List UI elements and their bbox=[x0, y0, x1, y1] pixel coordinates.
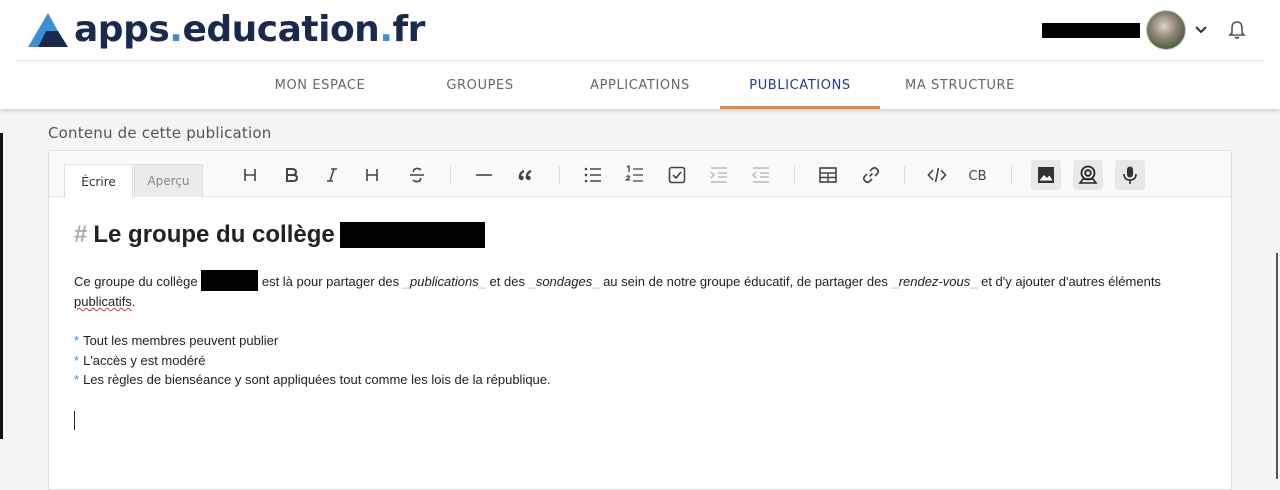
left-edge-bar bbox=[0, 133, 3, 439]
toolbar-separator bbox=[450, 166, 451, 184]
microphone-icon[interactable] bbox=[1115, 160, 1145, 190]
heading-small-icon[interactable] bbox=[357, 160, 387, 190]
tab-applications[interactable]: APPLICATIONS bbox=[560, 61, 720, 109]
logo[interactable]: apps.education.fr bbox=[26, 10, 425, 50]
chevron-down-icon[interactable] bbox=[1186, 10, 1216, 50]
image-icon[interactable] bbox=[1031, 160, 1061, 190]
text-cursor bbox=[74, 410, 75, 430]
tab-ma-structure[interactable]: MA STRUCTURE bbox=[880, 61, 1040, 109]
tab-preview[interactable]: Aperçu bbox=[134, 164, 203, 197]
tab-groupes[interactable]: GROUPES bbox=[400, 61, 560, 109]
main-nav: MON ESPACE GROUPES APPLICATIONS PUBLICAT… bbox=[240, 61, 1040, 109]
heading-text: Le groupe du collège bbox=[93, 221, 335, 248]
strikethrough-icon[interactable] bbox=[402, 160, 432, 190]
table-icon[interactable] bbox=[813, 160, 843, 190]
heading-marker: # bbox=[74, 221, 88, 248]
list-item: * Les règles de bienséance y sont appliqu… bbox=[74, 372, 551, 387]
bold-icon[interactable] bbox=[276, 160, 306, 190]
bullet-list: * Tout les membres peuvent publier * L'acc… bbox=[74, 331, 1201, 390]
app-header: apps.education.fr MON ESPACE GROUPES APP… bbox=[0, 0, 1280, 109]
link-icon[interactable] bbox=[856, 160, 886, 190]
bell-icon[interactable] bbox=[1224, 10, 1250, 50]
italic-icon[interactable] bbox=[317, 160, 347, 190]
svg-text:CB: CB bbox=[969, 169, 987, 184]
avatar[interactable] bbox=[1146, 10, 1186, 50]
outdent-icon[interactable] bbox=[746, 160, 776, 190]
tab-write[interactable]: Écrire bbox=[64, 164, 133, 198]
scrollbar[interactable] bbox=[1276, 253, 1278, 479]
webcam-icon[interactable] bbox=[1073, 160, 1103, 190]
toolbar-separator bbox=[904, 166, 905, 184]
section-label: Contenu de cette publication bbox=[48, 124, 272, 142]
indent-icon[interactable] bbox=[704, 160, 734, 190]
redacted-college-name bbox=[339, 222, 485, 248]
quote-icon[interactable] bbox=[511, 160, 541, 190]
user-area bbox=[1042, 10, 1250, 50]
editor-toolbar: Écrire Aperçu CB bbox=[49, 151, 1231, 198]
list-item: * L'accès y est modéré bbox=[74, 352, 206, 368]
redacted-college-name-small bbox=[201, 270, 259, 291]
logo-text: apps.education.fr bbox=[74, 9, 425, 50]
tab-publications[interactable]: PUBLICATIONS bbox=[720, 61, 880, 109]
heading-icon[interactable] bbox=[235, 160, 265, 190]
numbered-list-icon[interactable] bbox=[620, 160, 650, 190]
horizontal-rule-icon[interactable] bbox=[469, 160, 499, 190]
editor-content[interactable]: # Le groupe du collège Ce groupe du coll… bbox=[74, 219, 1201, 430]
code-block-icon[interactable]: CB bbox=[963, 160, 993, 190]
user-name-redacted bbox=[1042, 22, 1140, 38]
tab-mon-espace[interactable]: MON ESPACE bbox=[240, 61, 400, 109]
checklist-icon[interactable] bbox=[662, 160, 692, 190]
code-icon[interactable] bbox=[922, 160, 952, 190]
list-item: * Tout les membres peuvent publier bbox=[74, 333, 279, 348]
toolbar-separator bbox=[559, 166, 560, 184]
description-paragraph: Ce groupe du collège est là pour partage… bbox=[74, 270, 1201, 312]
markdown-heading: # Le groupe du collège bbox=[74, 219, 1201, 251]
bullet-list-icon[interactable] bbox=[578, 160, 608, 190]
markdown-editor: Écrire Aperçu CB # Le groupe du collège bbox=[48, 150, 1232, 490]
misspelled-word: publicatifs bbox=[74, 294, 132, 309]
toolbar-separator bbox=[794, 166, 795, 184]
logo-triangle-icon bbox=[28, 13, 68, 47]
toolbar-separator bbox=[1011, 166, 1012, 184]
